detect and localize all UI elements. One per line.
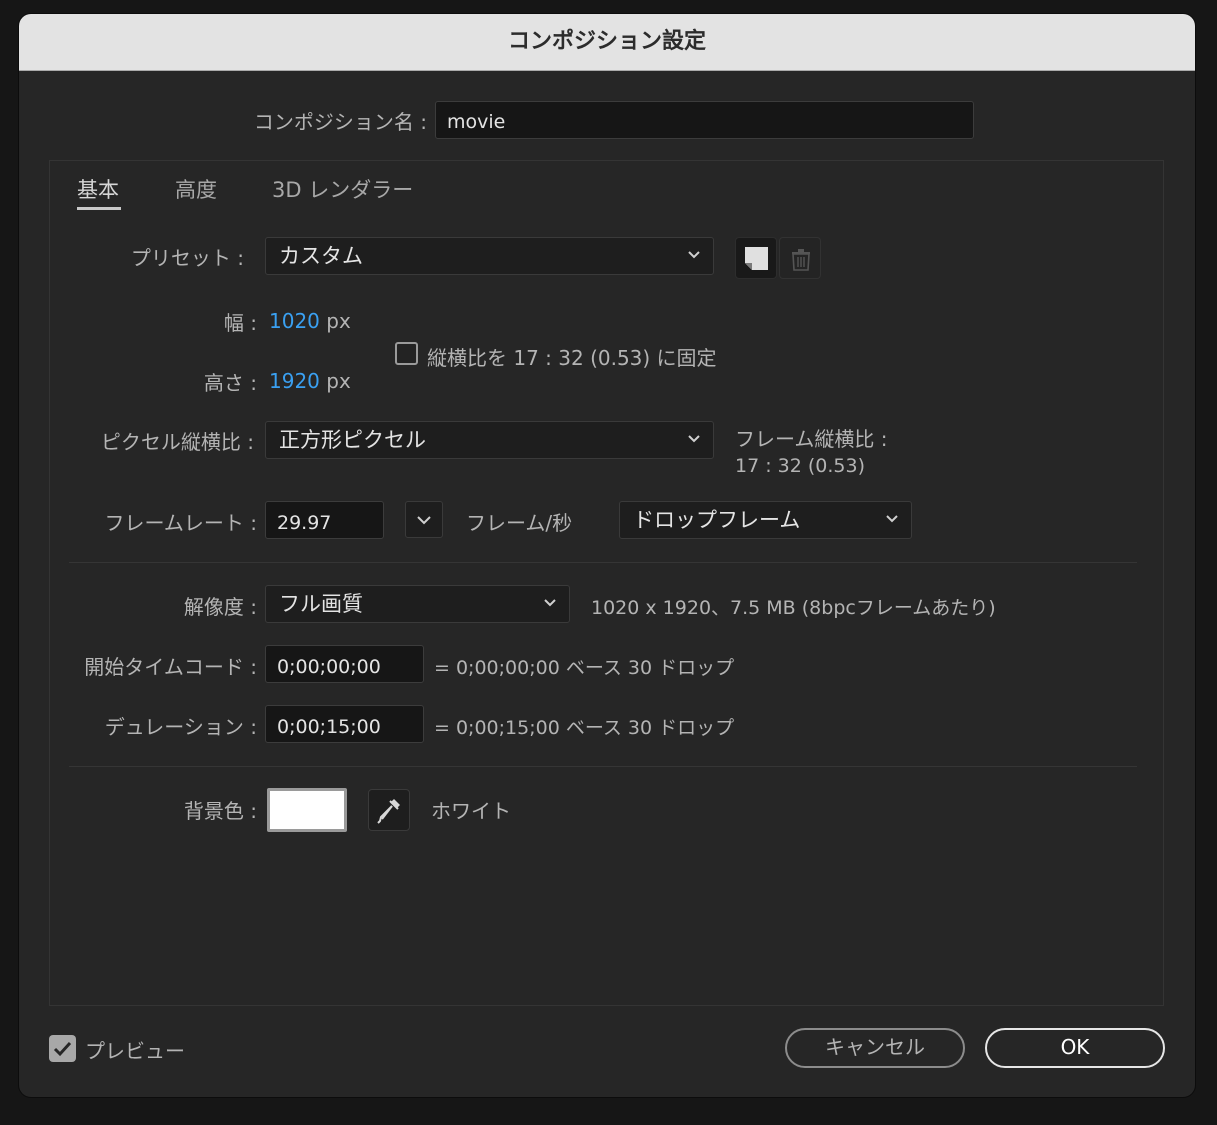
resolution-label: 解像度 : xyxy=(183,595,257,619)
duration-value: 0;00;15;00 xyxy=(277,716,381,738)
eyedropper-icon xyxy=(377,799,400,824)
preview-checkbox[interactable] xyxy=(49,1035,76,1062)
resolution-info: 1020 x 1920、7.5 MB (8bpcフレームあたり) xyxy=(591,597,996,619)
lock-aspect-label: 縦横比を 17 : 32 (0.53) に固定 xyxy=(427,346,717,370)
settings-panel xyxy=(49,160,1164,1006)
width-unit: px xyxy=(326,309,351,333)
composition-settings-dialog: コンポジション設定 コンポジション名 : movie 基本 高度 3D レンダラ… xyxy=(19,14,1195,1097)
trash-icon xyxy=(792,249,810,271)
background-color-name: ホワイト xyxy=(431,799,511,823)
width-value[interactable]: 1020 xyxy=(269,309,320,333)
section-divider xyxy=(69,766,1137,767)
pixel-aspect-label: ピクセル縦横比 : xyxy=(100,430,254,454)
start-timecode-info: = 0;00;00;00 ベース 30 ドロップ xyxy=(434,657,735,679)
lock-aspect-checkbox[interactable] xyxy=(395,342,418,365)
duration-info: = 0;00;15;00 ベース 30 ドロップ xyxy=(434,717,735,739)
width-label: 幅 : xyxy=(223,311,257,335)
section-divider xyxy=(69,562,1137,563)
preset-label: プリセット : xyxy=(130,246,244,270)
drop-frame-dropdown[interactable]: ドロップフレーム xyxy=(619,501,912,539)
start-timecode-value: 0;00;00;00 xyxy=(277,656,381,678)
frame-aspect-value: 17 : 32 (0.53) xyxy=(735,455,866,477)
pixel-aspect-value: 正方形ピクセル xyxy=(279,428,426,452)
active-tab-indicator xyxy=(77,207,121,210)
chevron-down-icon xyxy=(886,515,898,523)
delete-preset-button[interactable] xyxy=(779,237,821,279)
tab-basic[interactable]: 基本 xyxy=(77,174,119,204)
ok-button[interactable]: OK xyxy=(985,1028,1165,1068)
save-preset-button[interactable] xyxy=(735,237,777,279)
tab-advanced[interactable]: 高度 xyxy=(175,174,217,204)
eyedropper-button[interactable] xyxy=(368,789,410,831)
start-timecode-label: 開始タイムコード : xyxy=(84,655,257,679)
chevron-down-icon xyxy=(544,599,556,607)
duration-input[interactable]: 0;00;15;00 xyxy=(265,705,424,743)
height-unit: px xyxy=(326,369,351,393)
frame-aspect-label: フレーム縦横比 : xyxy=(735,427,888,451)
chevron-down-icon xyxy=(688,251,700,259)
frame-rate-unit: フレーム/秒 xyxy=(466,511,573,535)
preset-dropdown[interactable]: カスタム xyxy=(265,237,714,275)
dialog-title: コンポジション設定 xyxy=(19,14,1195,71)
frame-rate-label: フレームレート : xyxy=(104,511,258,535)
height-label: 高さ : xyxy=(203,371,257,395)
frame-rate-preset-button[interactable] xyxy=(405,501,443,538)
comp-name-label: コンポジション名 : xyxy=(253,110,427,134)
frame-rate-value: 29.97 xyxy=(277,512,332,534)
pixel-aspect-dropdown[interactable]: 正方形ピクセル xyxy=(265,421,714,459)
chevron-down-icon xyxy=(688,435,700,443)
background-color-label: 背景色 : xyxy=(183,799,257,823)
duration-label: デュレーション : xyxy=(104,715,257,739)
checkmark-icon xyxy=(53,1041,72,1057)
height-value[interactable]: 1920 xyxy=(269,369,320,393)
start-timecode-input[interactable]: 0;00;00;00 xyxy=(265,645,424,683)
chevron-down-icon xyxy=(417,516,431,525)
background-color-fill xyxy=(270,791,344,829)
comp-name-input[interactable]: movie xyxy=(435,101,974,139)
cancel-button[interactable]: キャンセル xyxy=(785,1028,965,1068)
frame-rate-input[interactable]: 29.97 xyxy=(265,501,384,539)
comp-name-value: movie xyxy=(447,111,506,133)
save-preset-icon xyxy=(745,247,768,270)
preview-label: プレビュー xyxy=(85,1039,185,1063)
background-color-swatch[interactable] xyxy=(267,788,347,832)
resolution-dropdown[interactable]: フル画質 xyxy=(265,585,570,623)
height-field[interactable]: 1920 px xyxy=(269,369,351,393)
tab-3d-renderer[interactable]: 3D レンダラー xyxy=(272,174,413,204)
width-field[interactable]: 1020 px xyxy=(269,309,351,333)
drop-frame-value: ドロップフレーム xyxy=(633,508,801,532)
resolution-value: フル画質 xyxy=(279,592,363,616)
preset-value: カスタム xyxy=(279,244,363,268)
